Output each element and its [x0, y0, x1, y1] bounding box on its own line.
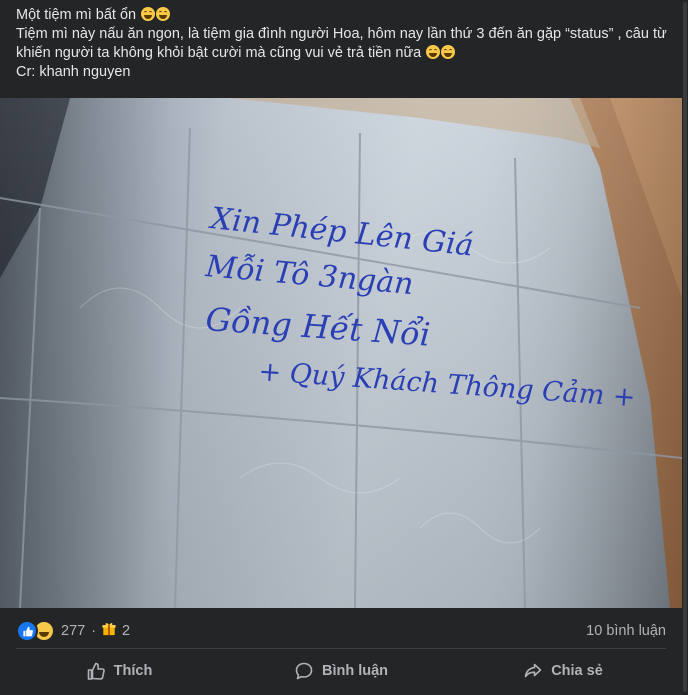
- laughing-emoji-icon: [156, 7, 171, 21]
- share-label: Chia sẻ: [551, 663, 603, 679]
- caption-title: Một tiệm mì bất ổn: [16, 7, 137, 23]
- like-icon: [16, 620, 38, 642]
- share-arrow-icon: [524, 663, 542, 678]
- caption-line-2: Tiệm mì này nấu ăn ngon, là tiệm gia đìn…: [16, 25, 676, 63]
- scrollbar-thumb[interactable]: [683, 2, 687, 692]
- comment-bubble-icon: [295, 662, 313, 680]
- like-label: Thích: [113, 663, 153, 679]
- action-bar: Thích Bình luận Chia sẻ: [8, 652, 674, 690]
- reaction-count[interactable]: 277: [61, 623, 85, 639]
- gift-icon: [102, 622, 116, 640]
- comment-button[interactable]: Bình luận: [230, 654, 452, 688]
- post-caption: Một tiệm mì bất ổn Tiệm mì này nấu ăn ng…: [16, 6, 676, 82]
- post-card: Một tiệm mì bất ổn Tiệm mì này nấu ăn ng…: [0, 0, 688, 695]
- gift-count[interactable]: 2: [122, 623, 130, 639]
- post-photo[interactable]: Xin Phép Lên Giá Mỗi Tô 3ngàn Gồng Hết N…: [0, 98, 682, 608]
- caption-body: Tiệm mì này nấu ăn ngon, là tiệm gia đìn…: [16, 26, 667, 61]
- like-button[interactable]: Thích: [8, 654, 230, 688]
- laughing-emoji-icon: [426, 45, 441, 59]
- share-button[interactable]: Chia sẻ: [452, 654, 674, 688]
- comment-label: Bình luận: [321, 663, 389, 679]
- laughing-emoji-icon: [441, 45, 456, 59]
- tile-wall-photo: Xin Phép Lên Giá Mỗi Tô 3ngàn Gồng Hết N…: [0, 98, 682, 608]
- reaction-icons[interactable]: [16, 620, 55, 642]
- scrollbar[interactable]: [682, 0, 688, 695]
- reaction-summary: 277 · 2 10 bình luận: [16, 620, 666, 642]
- divider: [16, 648, 666, 649]
- comment-count[interactable]: 10 bình luận: [586, 623, 666, 639]
- separator-dot: ·: [91, 623, 97, 639]
- laughing-emoji-icon: [141, 7, 156, 21]
- caption-credit: Cr: khanh nguyen: [16, 64, 131, 80]
- caption-line-1: Một tiệm mì bất ổn: [16, 6, 676, 25]
- thumbs-up-icon: [87, 662, 105, 680]
